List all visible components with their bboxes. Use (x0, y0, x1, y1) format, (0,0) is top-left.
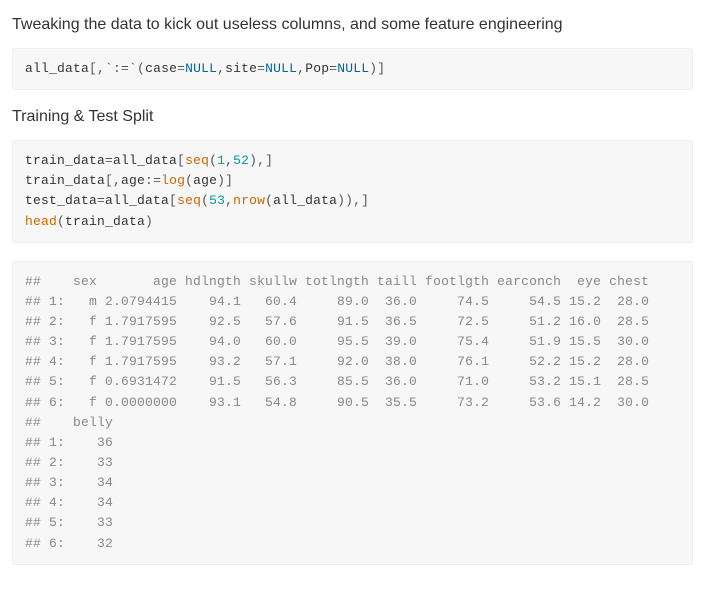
code-token: test_data (25, 193, 97, 208)
code-token: ( (201, 193, 209, 208)
code-token: train_data (25, 153, 105, 168)
code-token: ) (145, 214, 153, 229)
code-token: )] (369, 61, 385, 76)
code-token: [ (169, 193, 177, 208)
code-token: = (105, 153, 113, 168)
code-block-tweak: all_data[,`:=`(case=NULL,site=NULL,Pop=N… (12, 48, 693, 90)
heading-tweak: Tweaking the data to kick out useless co… (12, 16, 693, 34)
code-token: `:=` (105, 61, 137, 76)
code-token: all_data (105, 193, 169, 208)
code-token: = (153, 173, 161, 188)
code-token: all_data (113, 153, 177, 168)
code-token: 53 (209, 193, 225, 208)
code-token: ( (265, 193, 273, 208)
heading-split: Training & Test Split (12, 108, 693, 126)
code-token: train_data (25, 173, 105, 188)
code-token: , (225, 193, 233, 208)
code-token: nrow (233, 193, 265, 208)
code-token: age (193, 173, 217, 188)
code-token: case (145, 61, 177, 76)
code-token: ),] (249, 153, 273, 168)
code-token: all_data (25, 61, 89, 76)
code-token: [, (89, 61, 105, 76)
code-token: )] (217, 173, 233, 188)
code-token: seq (185, 153, 209, 168)
code-token: [ (177, 153, 185, 168)
code-token: , (297, 61, 305, 76)
code-token: NULL (337, 61, 369, 76)
code-token: all_data (273, 193, 337, 208)
code-token: : (145, 173, 153, 188)
code-token: = (257, 61, 265, 76)
code-token: 52 (233, 153, 249, 168)
output-block: ## sex age hdlngth skullw totlngth taill… (12, 261, 693, 565)
code-token: site (225, 61, 257, 76)
code-token: = (177, 61, 185, 76)
code-token: seq (177, 193, 201, 208)
code-token: [, (105, 173, 121, 188)
code-token: Pop (305, 61, 329, 76)
code-block-split: train_data=all_data[seq(1,52),] train_da… (12, 140, 693, 243)
code-token: log (161, 173, 185, 188)
code-token: head (25, 214, 57, 229)
code-token: ( (185, 173, 193, 188)
code-token: train_data (65, 214, 145, 229)
code-token: )),] (337, 193, 369, 208)
code-token: NULL (185, 61, 217, 76)
code-token: = (97, 193, 105, 208)
code-token: ( (209, 153, 217, 168)
code-token: NULL (265, 61, 297, 76)
code-token: ( (57, 214, 65, 229)
code-token: ( (137, 61, 145, 76)
code-token: , (217, 61, 225, 76)
code-token: 1 (217, 153, 225, 168)
code-token: age (121, 173, 145, 188)
code-token: , (225, 153, 233, 168)
